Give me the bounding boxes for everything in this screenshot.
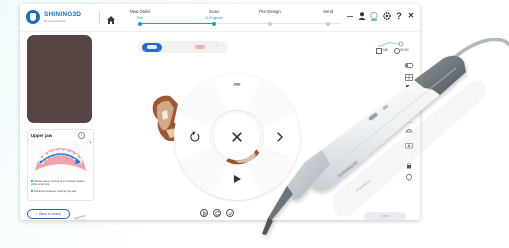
step-dot-new-order [138,21,142,26]
snapshot-icon[interactable] [404,142,414,149]
lock-icon[interactable] [404,162,414,169]
step-scan[interactable]: Scan [194,9,234,14]
bite-tab[interactable] [190,42,210,52]
step-new-order-status: Edit [137,16,143,20]
step-send[interactable]: Send [308,9,348,14]
title-divider [99,11,100,23]
texture-icon[interactable] [404,109,414,116]
scanner-connected-icon[interactable] [369,11,379,21]
check-icon[interactable] [226,209,234,217]
scan-tip-1: Please keep moving at a constant speed w… [31,179,85,187]
step-dot-scan [212,21,216,26]
chevron-up-icon[interactable] [86,132,92,144]
step-new-order[interactable]: New Order [120,9,160,14]
next-button[interactable]: Next [364,212,406,220]
home-icon[interactable] [106,12,116,24]
jaw-guide-card: Upper jaw i Please keep moving at a cons… [27,129,94,201]
chevron-right-icon[interactable]: › [216,43,218,49]
upper-jaw-illustration [31,141,90,177]
shining3d-logo-icon [26,10,40,24]
wheel-top-label: ### [234,82,242,87]
scan-app-window: SHINING3D Dental solutions New Order Edi… [20,4,420,220]
minimize-icon[interactable] [345,11,355,21]
lower-jaw-tab[interactable] [166,42,186,52]
scanner-status-icon [72,208,88,220]
help-icon[interactable]: ? [394,11,404,21]
trim-icon[interactable] [404,98,414,105]
model-icon[interactable] [404,127,414,134]
title-bar-divider [20,31,420,32]
toggle-icon[interactable] [404,62,414,69]
marker-icon[interactable] [404,174,414,181]
reset-icon[interactable] [213,209,221,217]
info-icon[interactable]: i [78,132,85,139]
rewind-icon[interactable] [200,209,208,217]
step-scan-status: In Progress [205,16,223,20]
title-bar: SHINING3D Dental solutions New Order Edi… [20,4,420,31]
bullet-icon [31,190,33,193]
scan-preview-panel [27,35,92,123]
layer-icon[interactable] [404,84,414,91]
step-dot-send [326,21,330,26]
toolbar-divider [402,122,414,123]
jaw-title: Upper jaw [31,133,52,138]
scan-timer: 00:00 [400,48,409,52]
workflow-progress-fill [140,23,214,24]
scan-action-wheel: ### [174,74,300,200]
settings-icon[interactable] [382,11,392,21]
grid-icon[interactable] [404,74,414,81]
step-pre-design[interactable]: Pre-Design [250,9,290,14]
jaw-selector: › [138,41,228,53]
user-icon[interactable] [357,11,367,21]
upper-jaw-tab[interactable] [142,42,162,52]
back-to-orders-button[interactable]: Back to orders [27,209,70,219]
scan-quality-curve-icon [377,35,405,47]
close-icon[interactable]: ✕ [406,11,416,21]
frame-count: 148 [382,48,388,52]
brand-subtitle: Dental solutions [44,19,66,23]
step-dot-pre-design [268,21,272,26]
brand-name: SHINING3D [44,11,82,18]
scan-tip-2: Distance between scanner tip and [31,189,91,193]
